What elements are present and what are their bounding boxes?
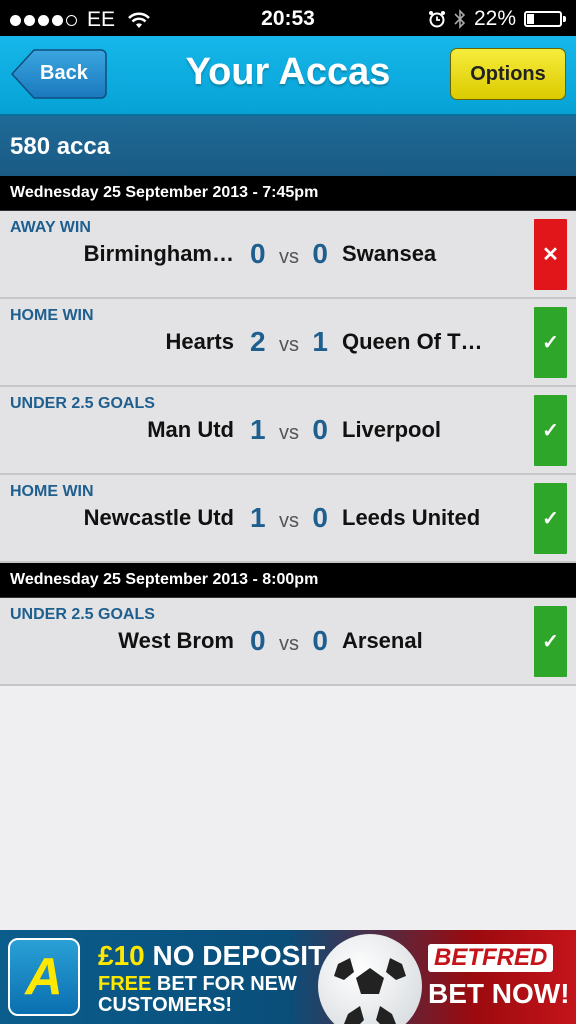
score: 0 vs 0 <box>250 625 328 657</box>
won-check-icon: ✓ <box>534 606 567 677</box>
battery-icon <box>524 11 566 27</box>
home-team: Man Utd <box>147 417 234 442</box>
away-team: Leeds United <box>342 505 481 530</box>
match-date-header: Wednesday 25 September 2013 - 7:45pm <box>0 176 576 211</box>
won-check-icon: ✓ <box>534 483 567 554</box>
home-team: West Brom <box>118 628 234 653</box>
ad-banner[interactable]: A £10 NO DEPOSIT FREE BET FOR NEW CUSTOM… <box>0 930 576 1024</box>
score: 0 vs 0 <box>250 238 328 270</box>
home-team: Hearts <box>165 329 234 354</box>
vs-label: vs <box>279 633 299 655</box>
ad-no-deposit: NO DEPOSIT <box>144 940 326 971</box>
vs-label: vs <box>279 246 299 268</box>
vs-label: vs <box>279 422 299 444</box>
bet-type: UNDER 2.5 GOALS <box>10 395 155 412</box>
match-row[interactable]: UNDER 2.5 GOALS West Brom 0 vs 0 Arsenal… <box>0 598 576 686</box>
match-row[interactable]: AWAY WIN Birmingham… 0 vs 0 Swansea ✕ <box>0 211 576 299</box>
away-team: Queen Of T… <box>342 329 483 354</box>
away-score: 0 <box>312 414 328 445</box>
home-team: Birmingham… <box>83 241 234 266</box>
match-row[interactable]: HOME WIN Hearts 2 vs 1 Queen Of T… ✓ <box>0 299 576 387</box>
home-team: Newcastle Utd <box>83 505 234 530</box>
score: 1 vs 0 <box>250 414 328 446</box>
bet-type: HOME WIN <box>10 307 94 324</box>
won-check-icon: ✓ <box>534 395 567 466</box>
away-team: Liverpool <box>342 417 442 442</box>
away-team: Arsenal <box>342 628 423 653</box>
away-team: Swansea <box>342 241 437 266</box>
bet-type: AWAY WIN <box>10 219 91 236</box>
app-logo-icon: A <box>8 938 80 1016</box>
bet-type: HOME WIN <box>10 483 94 500</box>
football-icon <box>318 934 422 1024</box>
home-score: 0 <box>250 238 266 269</box>
away-score: 0 <box>312 625 328 656</box>
away-score: 0 <box>312 502 328 533</box>
status-bar: EE 20:53 22% <box>0 0 576 36</box>
score: 1 vs 0 <box>250 502 328 534</box>
home-score: 1 <box>250 414 266 445</box>
home-score: 1 <box>250 502 266 533</box>
vs-label: vs <box>279 334 299 356</box>
won-check-icon: ✓ <box>534 307 567 378</box>
vs-label: vs <box>279 510 299 532</box>
bet-type: UNDER 2.5 GOALS <box>10 606 155 623</box>
ad-money: £10 <box>98 940 145 971</box>
ad-bet-for-new: BET FOR NEW <box>151 973 297 995</box>
match-row[interactable]: UNDER 2.5 GOALS Man Utd 1 vs 0 Liverpool… <box>0 387 576 475</box>
match-date-header: Wednesday 25 September 2013 - 8:00pm <box>0 563 576 598</box>
alarm-icon <box>428 11 445 28</box>
ad-headline: £10 NO DEPOSIT <box>98 940 325 972</box>
lost-cross-icon: ✕ <box>534 219 567 290</box>
ad-line-2: FREE BET FOR NEW <box>98 973 297 996</box>
bluetooth-icon <box>454 9 466 29</box>
ad-cta-button[interactable]: BET NOW! <box>428 978 570 1010</box>
score: 2 vs 1 <box>250 326 328 358</box>
home-score: 2 <box>250 326 266 357</box>
home-score: 0 <box>250 625 266 656</box>
battery-percent: 22% <box>473 7 516 30</box>
ad-brand: BETFRED <box>428 944 554 972</box>
ad-line-3: CUSTOMERS! <box>98 994 233 1016</box>
away-score: 0 <box>312 238 328 269</box>
nav-header: Back Your Accas Options <box>0 36 576 116</box>
options-button[interactable]: Options <box>450 48 566 100</box>
match-row[interactable]: HOME WIN Newcastle Utd 1 vs 0 Leeds Unit… <box>0 475 576 563</box>
ad-free: FREE <box>98 973 152 995</box>
away-score: 1 <box>312 326 328 357</box>
acca-name-bar: 580 acca <box>0 116 576 176</box>
